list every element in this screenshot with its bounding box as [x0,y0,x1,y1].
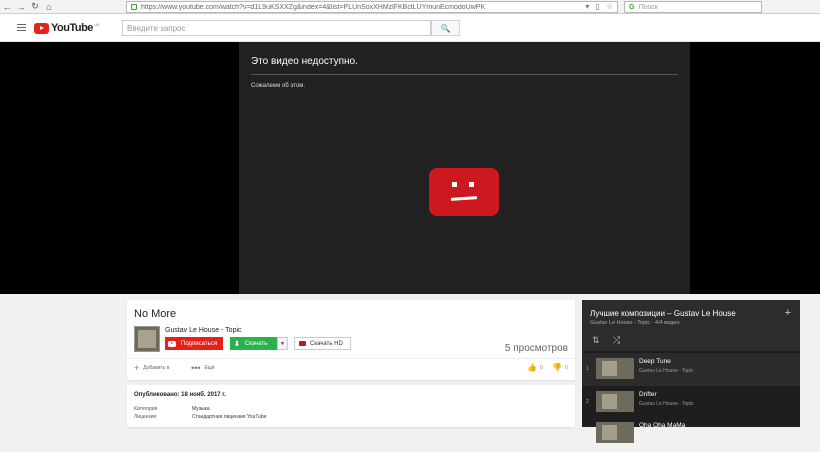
url-text: https://www.youtube.com/watch?v=d1L9uKSX… [141,3,486,11]
channel-name[interactable]: Gustav Le House - Topic [165,327,242,334]
playlist-item-channel: Gustav Le House - Topic [639,401,694,407]
back-icon[interactable]: ← [0,0,14,14]
playlist-item-index: 1 [586,366,589,372]
youtube-icon [168,340,176,347]
browser-search-placeholder: Поиск [638,3,659,11]
like-button[interactable]: 👍 0 [527,363,543,372]
error-subtitle: Сожалеем об этом. [251,83,306,89]
browser-search-box[interactable]: G Поиск [624,1,762,13]
divider [127,358,575,359]
subscribe-label: Подписаться [181,340,217,347]
eye-left [452,182,457,187]
search-button[interactable]: 🔍 [431,20,460,36]
playlist-item-index: 2 [586,399,589,405]
playlist-item[interactable]: Oha Oha MaMa [582,419,800,452]
add-to-button[interactable]: + Добавить в [134,363,169,373]
dislike-button[interactable]: 👎 0 [552,363,568,372]
search-icon: 🔍 [440,23,451,33]
more-button[interactable]: ••• Ещё [191,363,215,373]
download-hd-icon [299,341,306,346]
playlist-add-icon[interactable]: + [785,307,791,319]
license-value[interactable]: Стандартная лицензия YouTube [192,414,267,420]
shuffle-icon[interactable]: ⤮ [613,335,620,346]
playlist-panel: Лучшие композиции – Gustav Le House Gust… [582,300,800,443]
playlist-header: Лучшие композиции – Gustav Le House Gust… [582,300,800,351]
lock-icon [131,4,137,10]
playlist-item-title: Drifter [639,391,657,398]
download-arrow-icon: ⬇ [234,340,240,348]
error-divider [251,74,678,75]
sad-face-icon [429,168,499,216]
loop-icon[interactable]: ⇅ [592,335,600,346]
playlist-item-title: Oha Oha MaMa [639,422,686,429]
logo-text: YouTube [51,22,93,34]
like-count: 0 [539,364,543,371]
download-hd-label: Скачать HD [310,340,343,347]
video-info-panel: No More Gustav Le House - Topic Подписат… [127,300,575,380]
video-player[interactable]: Это видео недоступно. Сожалеем об этом. [239,42,690,294]
playlist-item[interactable]: 2 Drifter Gustav Le House - Topic [582,386,800,419]
search-engine-icon: G [629,3,635,11]
eye-right [469,182,474,187]
published-date: Опубликовано: 18 нояб. 2017 г. [134,392,226,398]
playlist-subtitle: Gustav Le House - Topic · 4/4 видео [590,320,680,326]
more-label: Ещё [204,365,215,371]
youtube-header: YouTube UA Введите запрос 🔍 [0,14,820,42]
reload-icon[interactable]: ↻ [28,0,42,14]
thumbs-up-icon: 👍 [527,363,537,372]
playlist-item[interactable]: 1 Deep Tune Gustav Le House - Topic [582,353,800,386]
add-to-label: Добавить в [143,365,170,371]
youtube-play-icon [34,22,49,34]
category-value[interactable]: Музыка [192,406,210,412]
dropdown-icon[interactable]: ▾ [585,2,589,11]
playlist-item-thumbnail [596,422,634,443]
thumbs-down-icon: 👎 [552,363,562,372]
search-input[interactable]: Введите запрос [122,20,431,36]
description-panel: Опубликовано: 18 нояб. 2017 г. Категория… [127,385,575,427]
reader-icon[interactable]: ▯ [595,2,599,11]
home-icon[interactable]: ⌂ [42,0,56,14]
download-label: Скачать [244,340,268,347]
playlist-item-thumbnail [596,391,634,412]
address-bar[interactable]: https://www.youtube.com/watch?v=d1L9uKSX… [126,1,618,13]
more-dots-icon: ••• [191,363,201,373]
view-count: 5 просмотров [504,343,568,354]
youtube-logo[interactable]: YouTube UA [34,22,99,34]
download-options-button[interactable]: ▼ [277,337,288,350]
download-hd-button[interactable]: Скачать HD [294,337,351,350]
category-label: Категория [134,406,158,412]
channel-avatar[interactable] [134,326,160,352]
forward-icon[interactable]: → [14,0,28,14]
download-button[interactable]: ⬇ Скачать [230,337,277,350]
error-title: Это видео недоступно. [251,56,358,67]
playlist-item-channel: Gustav Le House - Topic [639,368,694,374]
menu-icon[interactable] [17,24,26,31]
dislike-count: 0 [564,364,568,371]
bookmark-star-icon[interactable]: ☆ [606,2,613,11]
plus-icon: + [134,363,140,373]
license-label: Лицензия [134,414,157,420]
playlist-item-title: Deep Tune [639,358,671,365]
video-title: No More [134,308,177,320]
chevron-down-icon: ▼ [280,340,285,347]
playlist-title[interactable]: Лучшие композиции – Gustav Le House [590,309,736,318]
logo-country: UA [93,22,100,27]
subscribe-button[interactable]: Подписаться [165,337,223,350]
mouth [450,196,478,201]
playlist-item-thumbnail [596,358,634,379]
